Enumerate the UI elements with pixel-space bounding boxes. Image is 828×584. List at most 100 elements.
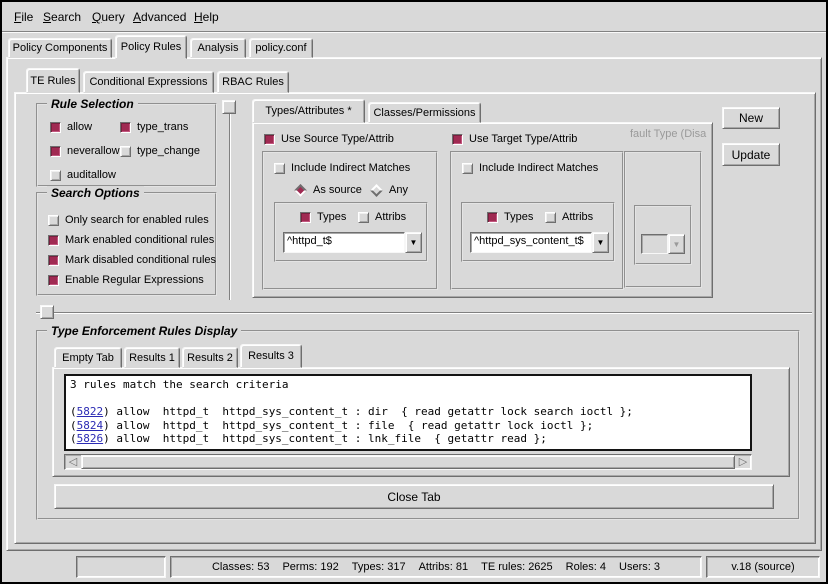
default-type-dropdown-button: ▼ (668, 234, 685, 254)
menu-query[interactable]: Query (92, 10, 125, 24)
scrollbar-thumb[interactable] (81, 455, 735, 469)
rule-link-5826[interactable]: 5826 (77, 432, 104, 445)
mark-disabled-checkbox[interactable] (48, 255, 59, 266)
use-source-checkbox[interactable] (264, 134, 275, 145)
menu-help[interactable]: Help (194, 10, 219, 24)
tab-policy-conf[interactable]: policy.conf (249, 38, 313, 58)
type-trans-checkbox[interactable] (120, 122, 131, 133)
vertical-sash-line (229, 100, 230, 300)
default-type-label-clipped: fault Type (Disa (630, 128, 710, 140)
results-h-scrollbar[interactable]: ◁ ▷ (64, 454, 752, 470)
scroll-left-arrow-icon[interactable]: ◁ (65, 455, 81, 469)
type-change-checkbox[interactable] (120, 146, 131, 157)
menu-search[interactable]: Search (43, 10, 81, 24)
target-indirect-option[interactable]: Include Indirect Matches (462, 162, 598, 174)
menu-bar: File Search Query Advanced Help (2, 2, 826, 32)
target-indirect-checkbox[interactable] (462, 163, 473, 174)
auditallow-checkbox[interactable] (50, 170, 61, 181)
tab-results-2[interactable]: Results 2 (182, 347, 238, 368)
option-mark-disabled[interactable]: Mark disabled conditional rules (48, 254, 216, 266)
option-auditallow[interactable]: auditallow (50, 169, 116, 181)
use-source-option[interactable]: Use Source Type/Attrib (264, 133, 394, 145)
default-type-inner-group: ▼ (634, 205, 692, 265)
scroll-right-arrow-icon[interactable]: ▷ (735, 455, 751, 469)
option-mark-enabled[interactable]: Mark enabled conditional rules (48, 234, 214, 246)
horizontal-sash-handle[interactable] (40, 305, 54, 319)
option-allow[interactable]: allow (50, 121, 92, 133)
source-types-group: Types Attribs ^httpd_t$ ▼ (274, 202, 428, 262)
option-regex[interactable]: Enable Regular Expressions (48, 274, 204, 286)
mark-enabled-checkbox[interactable] (48, 235, 59, 246)
use-target-option[interactable]: Use Target Type/Attrib (452, 133, 577, 145)
source-any-radio-option[interactable]: Any (370, 184, 408, 196)
target-types-option[interactable]: Types (487, 211, 533, 223)
rule-line-1: (5822) allow httpd_t httpd_sys_content_t… (70, 405, 746, 419)
rule-selection-title: Rule Selection (47, 97, 138, 111)
default-type-combobox: ▼ (641, 234, 685, 254)
option-only-enabled[interactable]: Only search for enabled rules (48, 214, 209, 226)
use-target-checkbox[interactable] (452, 134, 463, 145)
target-type-dropdown-button[interactable]: ▼ (592, 232, 609, 253)
target-types-group: Types Attribs ^httpd_sys_content_t$ ▼ (461, 202, 615, 262)
target-attribs-checkbox[interactable] (545, 212, 556, 223)
close-tab-button[interactable]: Close Tab (54, 484, 774, 509)
source-type-dropdown-button[interactable]: ▼ (405, 232, 422, 253)
option-type-change[interactable]: type_change (120, 145, 200, 157)
stat-classes: Classes: 53 (212, 561, 270, 573)
neverallow-checkbox[interactable] (50, 146, 61, 157)
vertical-sash-handle[interactable] (222, 100, 236, 114)
results-summary: 3 rules match the search criteria (70, 378, 746, 392)
regex-checkbox[interactable] (48, 275, 59, 286)
target-type-combobox[interactable]: ^httpd_sys_content_t$ ▼ (470, 232, 609, 253)
only-enabled-checkbox[interactable] (48, 215, 59, 226)
te-rules-display-title: Type Enforcement Rules Display (47, 324, 241, 338)
stat-types: Types: 317 (352, 561, 406, 573)
target-type-entry[interactable]: ^httpd_sys_content_t$ (470, 232, 592, 253)
source-types-checkbox[interactable] (300, 212, 311, 223)
source-type-combobox[interactable]: ^httpd_t$ ▼ (283, 232, 422, 253)
target-attribs-option[interactable]: Attribs (545, 211, 593, 223)
tab-empty-tab[interactable]: Empty Tab (54, 347, 122, 368)
te-rules-display-group: Type Enforcement Rules Display Empty Tab… (36, 330, 800, 520)
tab-results-3[interactable]: Results 3 (240, 344, 302, 368)
allow-checkbox[interactable] (50, 122, 61, 133)
apol-window: File Search Query Advanced Help Policy C… (0, 0, 828, 584)
tab-analysis[interactable]: Analysis (190, 38, 246, 58)
tab-te-rules[interactable]: TE Rules (26, 68, 80, 93)
stat-perms: Perms: 192 (282, 561, 338, 573)
horizontal-sash-line (36, 312, 812, 313)
menu-advanced[interactable]: Advanced (133, 10, 186, 24)
source-attribs-checkbox[interactable] (358, 212, 369, 223)
source-indirect-option[interactable]: Include Indirect Matches (274, 162, 410, 174)
option-neverallow[interactable]: neverallow (50, 145, 120, 157)
as-source-radio[interactable] (294, 184, 307, 197)
new-button[interactable]: New (722, 107, 780, 129)
source-as-source-radio-option[interactable]: As source (294, 184, 362, 196)
tab-rbac-rules[interactable]: RBAC Rules (217, 71, 289, 93)
default-type-entry (641, 234, 668, 254)
target-types-checkbox[interactable] (487, 212, 498, 223)
any-radio[interactable] (370, 184, 383, 197)
update-button[interactable]: Update (722, 143, 780, 166)
source-attribs-option[interactable]: Attribs (358, 211, 406, 223)
tab-policy-rules[interactable]: Policy Rules (115, 35, 187, 59)
tab-classes-permissions[interactable]: Classes/Permissions (368, 102, 481, 123)
tab-conditional-expressions[interactable]: Conditional Expressions (83, 71, 214, 93)
status-version-box: v.18 (source) (706, 556, 820, 578)
tab-types-attributes[interactable]: Types/Attributes * (252, 99, 365, 123)
results-text-area[interactable]: 3 rules match the search criteria (5822)… (64, 374, 752, 451)
tab-policy-components[interactable]: Policy Components (8, 38, 112, 58)
results-blank-line (70, 392, 746, 406)
menu-file[interactable]: File (14, 10, 33, 24)
rule-link-5822[interactable]: 5822 (77, 405, 104, 418)
source-types-option[interactable]: Types (300, 211, 346, 223)
tab-results-1[interactable]: Results 1 (124, 347, 180, 368)
rule-line-3: (5826) allow httpd_t httpd_sys_content_t… (70, 432, 746, 446)
policy-version: v.18 (source) (731, 561, 794, 573)
source-indirect-checkbox[interactable] (274, 163, 285, 174)
chevron-down-icon: ▼ (673, 240, 681, 249)
status-message-box (76, 556, 166, 578)
rule-link-5824[interactable]: 5824 (77, 419, 104, 432)
option-type-trans[interactable]: type_trans (120, 121, 188, 133)
source-type-entry[interactable]: ^httpd_t$ (283, 232, 405, 253)
